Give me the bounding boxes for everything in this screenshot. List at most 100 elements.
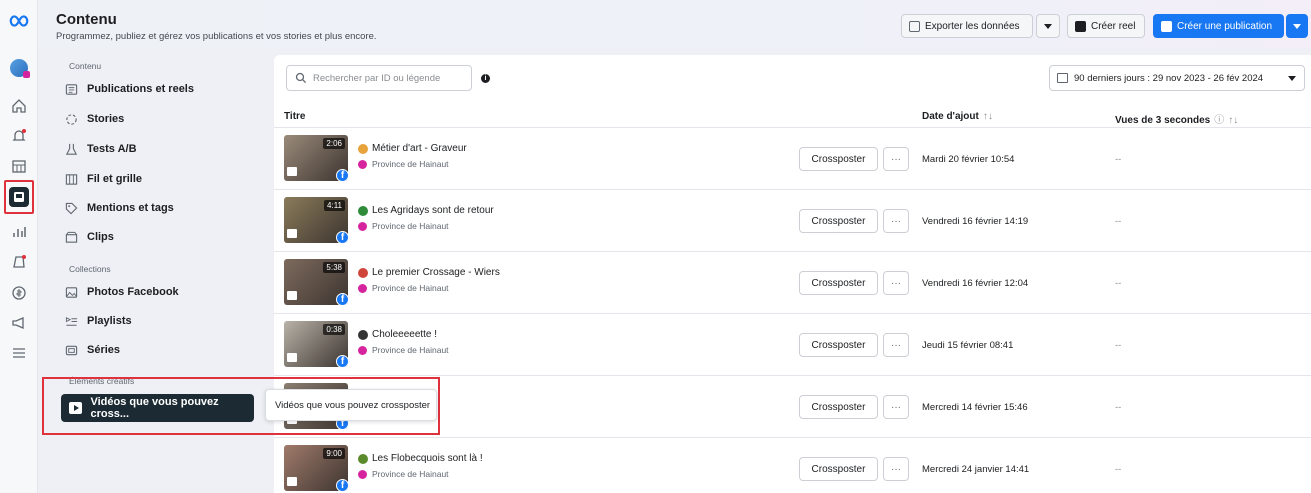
nav-item-facebook-photos[interactable]: Photos Facebook: [64, 282, 179, 302]
chevron-down-icon: [1288, 75, 1296, 81]
ads-megaphone-icon[interactable]: [9, 313, 29, 333]
three-second-views: --: [1115, 278, 1122, 289]
sort-icon: ↑↓: [1228, 115, 1239, 126]
notifications-icon[interactable]: [9, 126, 29, 146]
table-row[interactable]: 5:38 f Le premier Crossage - Wiers Province…: [274, 252, 1311, 314]
page-name: Province de Hainaut: [372, 221, 449, 231]
facebook-icon: f: [336, 293, 349, 306]
crosspost-button[interactable]: Crossposter: [799, 457, 878, 481]
crosspost-button[interactable]: Crossposter: [799, 147, 878, 171]
post-title[interactable]: Choleeeeette !: [358, 329, 437, 340]
search-placeholder: Rechercher par ID ou légende: [313, 72, 441, 84]
chevron-down-icon: [1293, 23, 1301, 29]
nav-item-mentions-tags[interactable]: Mentions et tags: [64, 198, 174, 218]
table-row[interactable]: 4:11 f Les Agridays sont de retour Province…: [274, 190, 1311, 252]
more-options-button[interactable]: ···: [883, 333, 909, 357]
account-avatar[interactable]: [9, 58, 30, 78]
emoji-icon: [358, 329, 368, 340]
export-dropdown-button[interactable]: [1036, 14, 1060, 38]
chevron-down-icon: [1044, 23, 1052, 29]
content-icon[interactable]: [9, 187, 29, 207]
page-name: Province de Hainaut: [372, 469, 449, 479]
export-button[interactable]: Exporter les données: [901, 14, 1033, 38]
more-options-button[interactable]: ···: [883, 457, 909, 481]
three-second-views: --: [1115, 402, 1122, 413]
video-duration: 9:00: [323, 448, 345, 459]
post-title[interactable]: Métier d'art - Graveur: [358, 143, 467, 154]
nav-item-playlists[interactable]: Playlists: [64, 311, 132, 331]
page-subtitle: Programmez, publiez et gérez vos publica…: [56, 31, 377, 42]
crosspost-button[interactable]: Crossposter: [799, 333, 878, 357]
more-options-button[interactable]: ···: [883, 271, 909, 295]
post-title-text: Les Flobecquois sont là !: [372, 453, 483, 464]
date-range-selector[interactable]: 90 derniers jours : 29 nov 2023 - 26 fév…: [1049, 65, 1305, 91]
video-icon: [287, 353, 297, 362]
post-page: Province de Hainaut: [358, 159, 449, 169]
post-title[interactable]: Les Agridays sont de retour: [358, 205, 494, 216]
post-title-text: Les Agridays sont de retour: [372, 205, 494, 216]
export-label: Exporter les données: [925, 20, 1020, 32]
tag-icon: [64, 201, 78, 215]
planner-icon[interactable]: [9, 156, 29, 176]
insights-icon[interactable]: [9, 222, 29, 242]
more-options-button[interactable]: ···: [883, 147, 909, 171]
three-second-views: --: [1115, 340, 1122, 351]
create-reel-button[interactable]: Créer reel: [1067, 14, 1145, 38]
nav-item-clips[interactable]: Clips: [64, 227, 114, 247]
post-page: Province de Hainaut: [358, 345, 449, 355]
nav-item-label: Clips: [87, 231, 114, 243]
nav-item-series[interactable]: Séries: [64, 340, 120, 360]
monetization-icon[interactable]: [9, 283, 29, 303]
menu-icon[interactable]: [9, 343, 29, 363]
column-header-date[interactable]: Date d'ajout ↑↓: [922, 111, 993, 122]
nav-item-label: Mentions et tags: [87, 202, 174, 214]
post-page: Province de Hainaut: [358, 221, 449, 231]
nav-section-collections: Collections: [69, 264, 111, 274]
crosspost-button[interactable]: Crossposter: [799, 395, 878, 419]
post-page: Province de Hainaut: [358, 283, 449, 293]
more-options-button[interactable]: ···: [883, 395, 909, 419]
post-title[interactable]: Le premier Crossage - Wiers: [358, 267, 500, 278]
sort-icon: ↑↓: [982, 111, 993, 122]
video-duration: 4:11: [324, 200, 345, 211]
facebook-icon: f: [336, 355, 349, 368]
table-row[interactable]: 0:38 f Choleeeeette ! Province de Hainaut Cr…: [274, 314, 1311, 376]
table-row[interactable]: 9:00 f Les Flobecquois sont là ! Province d…: [274, 438, 1311, 493]
nav-item-ab-tests[interactable]: Tests A/B: [64, 139, 137, 159]
meta-logo-icon[interactable]: [7, 11, 31, 31]
create-post-dropdown-button[interactable]: [1286, 14, 1308, 38]
facebook-icon: f: [336, 231, 349, 244]
home-icon[interactable]: [9, 96, 29, 116]
video-icon: [287, 167, 297, 176]
more-options-button[interactable]: ···: [883, 209, 909, 233]
inbox-icon[interactable]: [9, 252, 29, 272]
info-icon[interactable]: i: [481, 74, 490, 83]
post-title[interactable]: Les Flobecquois sont là !: [358, 453, 483, 464]
nav-item-stories[interactable]: Stories: [64, 109, 124, 129]
date-added: Mercredi 14 février 15:46: [922, 402, 1028, 413]
page-name: Province de Hainaut: [372, 159, 449, 169]
page-avatar-icon: [358, 159, 367, 169]
page-name: Province de Hainaut: [372, 283, 449, 293]
search-icon: [295, 72, 307, 84]
three-second-views: --: [1115, 154, 1122, 165]
search-input[interactable]: Rechercher par ID ou légende: [286, 65, 472, 91]
photo-icon: [64, 285, 78, 299]
flask-icon: [64, 142, 78, 156]
nav-item-label: Photos Facebook: [87, 286, 179, 298]
date-range-label: 90 derniers jours : 29 nov 2023 - 26 fév…: [1074, 72, 1264, 84]
create-post-button[interactable]: Créer une publication: [1153, 14, 1284, 38]
nav-item-publications[interactable]: Publications et reels: [64, 79, 194, 99]
crosspost-button[interactable]: Crossposter: [799, 209, 878, 233]
nav-item-label: Stories: [87, 113, 125, 125]
tooltip: Vidéos que vous pouvez crossposter: [265, 389, 437, 421]
nav-item-label: Séries: [87, 344, 121, 356]
column-header-views[interactable]: Vues de 3 secondes ⓘ ↑↓: [1115, 111, 1238, 126]
table-row[interactable]: 2:06 f Métier d'art - Graveur Province de H…: [274, 128, 1311, 190]
crosspost-button[interactable]: Crossposter: [799, 271, 878, 295]
nav-item-feed-grid[interactable]: Fil et grille: [64, 169, 142, 189]
page-avatar-icon: [358, 221, 367, 231]
emoji-icon: [358, 143, 368, 154]
date-added: Vendredi 16 février 12:04: [922, 278, 1029, 289]
column-header-title: Titre: [284, 111, 306, 122]
